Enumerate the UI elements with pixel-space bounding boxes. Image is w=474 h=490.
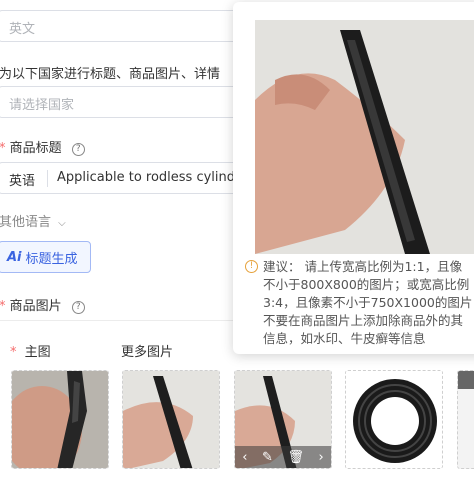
main-image-photo [12, 371, 108, 468]
language-select-placeholder: 英文 [9, 22, 36, 37]
country-select[interactable]: 请选择国家 [0, 86, 238, 118]
main-image-label: 主图 [24, 345, 51, 360]
other-languages-label: 其他语言 [0, 215, 52, 230]
main-image-label-row: * 主图 [10, 341, 51, 360]
suggestion-line: 建议： 请上传宽高比例为1:1，且像 [263, 259, 463, 274]
divider [0, 320, 240, 321]
images-label-row: * 商品图片 ? [0, 295, 85, 314]
upload-suggestion: ! 建议： 请上传宽高比例为1:1，且像 不小于800X800的图片；或宽高比例… [245, 258, 474, 348]
title-label: 商品标题 [9, 141, 62, 156]
thumbnail-coiled-strip[interactable] [345, 370, 443, 469]
question-circle-icon[interactable]: ? [71, 301, 85, 314]
title-value[interactable]: Applicable to rodless cylinde [57, 170, 237, 185]
thumbnail-main-image[interactable] [11, 370, 109, 469]
coiled-strip-photo [346, 371, 442, 468]
preview-photo [255, 20, 474, 254]
chevron-right-icon[interactable]: › [318, 450, 323, 465]
preview-image [255, 20, 474, 254]
suggestion-line: 不要在商品图片上添加除商品外的其 [263, 313, 464, 328]
thumbnail-partial-fill [458, 371, 474, 389]
title-label-row: * 商品标题 ? [0, 137, 85, 156]
ai-icon: Ai [7, 249, 22, 265]
required-mark: * [0, 299, 6, 314]
thumbnail-hand-holding-strip[interactable] [122, 370, 220, 469]
country-select-placeholder: 请选择国家 [9, 98, 75, 113]
title-divider [47, 170, 48, 187]
country-hint: 为以下国家进行标题、商品图片、详情 [0, 67, 221, 82]
chevron-down-icon: ⌵ [58, 218, 66, 229]
pencil-icon[interactable]: ✎ [262, 450, 273, 465]
title-language-tag: 英语 [9, 174, 36, 189]
required-mark: * [10, 345, 17, 360]
thumbnail-toolbar: ‹ ✎ 🗑 › [235, 446, 331, 468]
thumbnail-hand-holding-strip-active[interactable]: ‹ ✎ 🗑 › [234, 370, 332, 469]
required-mark: * [0, 141, 6, 156]
title-input[interactable]: 英语 Applicable to rodless cylinde [0, 162, 238, 194]
suggestion-line: 3:4，且像素不小于750X1000的图片， [263, 295, 474, 310]
images-label: 商品图片 [9, 299, 62, 314]
trash-icon[interactable]: 🗑 [287, 450, 304, 465]
more-images-label: 更多图片 [121, 345, 174, 360]
ai-title-generate-label: 标题生成 [25, 251, 78, 267]
question-circle-icon[interactable]: ? [71, 143, 85, 156]
hand-holding-strip-photo [123, 371, 219, 468]
thumbnail-partial[interactable] [457, 370, 474, 469]
ai-title-generate-button[interactable]: Ai 标题生成 [0, 241, 91, 273]
suggestion-line: 信息，如水印、牛皮癣等信息 [263, 331, 426, 346]
image-preview-popover: ! 建议： 请上传宽高比例为1:1，且像 不小于800X800的图片；或宽高比例… [233, 2, 474, 354]
suggestion-line: 不小于800X800的图片；或宽高比例 [263, 277, 470, 292]
other-languages-toggle[interactable]: 其他语言 ⌵ [0, 211, 66, 230]
language-select[interactable]: 英文 [0, 10, 238, 42]
info-circle-icon: ! [245, 260, 258, 273]
chevron-left-icon[interactable]: ‹ [242, 450, 247, 465]
